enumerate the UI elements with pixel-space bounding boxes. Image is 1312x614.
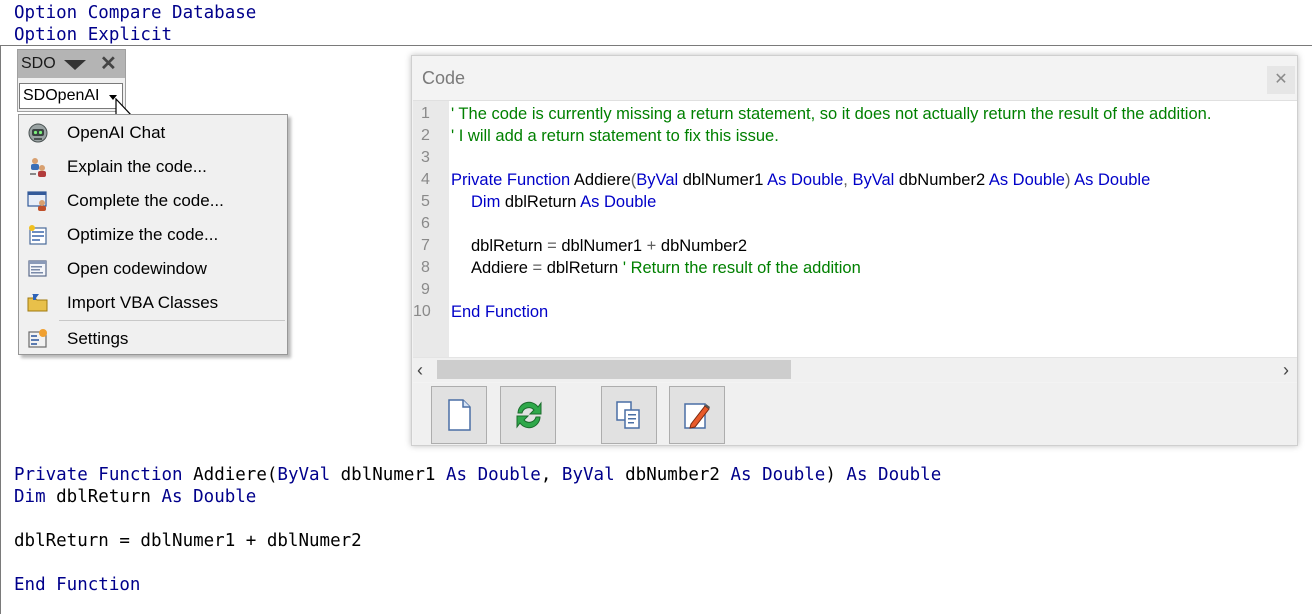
line-number: 9	[421, 281, 430, 298]
codewindow-icon	[28, 260, 47, 277]
code-line-7: dblReturn = dblNumer1 + dbNumber2	[471, 237, 748, 255]
menu-item-label: OpenAI Chat	[67, 123, 166, 142]
menu-item-openai-chat[interactable]: OpenAI Chat	[19, 116, 287, 150]
sdopenai-menu[interactable]: OpenAI Chat Explain the code... Complete…	[18, 114, 288, 355]
optimize-icon	[29, 225, 47, 245]
menu-item-complete[interactable]: Complete the code...	[19, 184, 287, 218]
code-line-4: Private Function Addiere(ByVal dblNumer1…	[451, 171, 1151, 189]
line-number: 10	[413, 303, 431, 320]
code-window-close-icon[interactable]: ✕	[1267, 66, 1295, 94]
procedure-separator	[0, 45, 1312, 46]
edit-button[interactable]	[669, 386, 725, 444]
scroll-right-icon[interactable]: ›	[1283, 360, 1289, 381]
refresh-button[interactable]	[500, 386, 556, 444]
menu-item-label: Import VBA Classes	[67, 293, 219, 312]
toolbar-close-icon[interactable]: ✕	[100, 51, 117, 76]
sdopenai-dropdown-label: SDOpenAI	[23, 87, 100, 104]
menu-item-label: Explain the code...	[67, 157, 207, 176]
editor-margin-border	[0, 45, 1, 614]
toolbar-options-chevron-icon[interactable]	[64, 60, 86, 70]
menu-item-label: Settings	[67, 329, 129, 348]
toolbar-title: SDO	[21, 55, 56, 72]
line-number: 6	[421, 215, 430, 232]
refresh-icon	[516, 401, 542, 429]
function-declaration-line: Private Function Addiere(ByVal dblNumer1…	[14, 465, 942, 485]
menu-item-label: Complete the code...	[67, 191, 224, 210]
end-function-line: End Function	[14, 575, 141, 595]
new-document-button[interactable]	[431, 386, 487, 444]
line-number: 8	[421, 259, 430, 276]
edit-icon	[684, 403, 710, 429]
code-line-5: Dim dblReturn As Double	[471, 193, 657, 211]
window-user-icon	[27, 191, 47, 211]
code-line-2: ' I will add a return statement to fix t…	[451, 127, 779, 145]
menu-item-open-codewindow[interactable]: Open codewindow	[19, 252, 287, 286]
users-icon	[30, 158, 46, 177]
settings-icon	[28, 329, 47, 348]
menu-item-import-vba-classes[interactable]: Import VBA Classes	[19, 286, 287, 320]
code-text-area[interactable]: 1 2 3 4 5 6 7 8 9 10 ' The code is curre…	[413, 100, 1297, 382]
menu-item-settings[interactable]: Settings	[19, 322, 287, 356]
toolbar-titlebar[interactable]: SDO ✕	[18, 50, 125, 78]
new-document-icon	[448, 399, 471, 431]
line-number: 2	[421, 127, 430, 144]
code-window-toolbar	[413, 383, 1297, 445]
copy-button[interactable]	[601, 386, 657, 444]
line-number: 7	[421, 237, 430, 254]
menu-item-label: Open codewindow	[67, 259, 207, 278]
code-line-10: End Function	[451, 303, 549, 321]
scroll-left-icon[interactable]: ‹	[417, 360, 423, 381]
horizontal-scrollbar[interactable]: ‹ ›	[413, 357, 1297, 382]
scrollbar-thumb[interactable]	[437, 360, 791, 379]
menu-item-explain[interactable]: Explain the code...	[19, 150, 287, 184]
folder-import-icon	[27, 294, 48, 312]
code-window[interactable]: Code ✕ 1 2 3 4 5 6 7 8 9 10 ' The code i…	[411, 55, 1298, 446]
code-window-title: Code	[422, 68, 466, 88]
code-line-8: Addiere = dblReturn ' Return the result …	[471, 259, 861, 277]
assign-line: dblReturn = dblNumer1 + dblNumer2	[14, 531, 362, 551]
line-number: 1	[421, 105, 430, 122]
line-number: 4	[421, 171, 430, 188]
robot-icon	[28, 123, 48, 143]
line-number: 3	[421, 149, 430, 166]
line-number: 5	[421, 193, 430, 210]
line-number-gutter: 1 2 3 4 5 6 7 8 9 10	[413, 101, 449, 382]
sdopenai-dropdown-button[interactable]: SDOpenAI	[19, 83, 123, 109]
copy-icon	[616, 401, 640, 429]
menu-item-optimize[interactable]: Optimize the code...	[19, 218, 287, 252]
menu-separator	[59, 320, 285, 321]
dim-line: Dim dblReturn As Double	[14, 487, 257, 507]
option-explicit-line: Option Explicit	[14, 25, 173, 45]
option-compare-line: Option Compare Database	[14, 3, 257, 23]
menu-item-label: Optimize the code...	[67, 225, 219, 244]
code-line-1: ' The code is currently missing a return…	[451, 105, 1212, 123]
sdo-toolbar[interactable]: SDO ✕ SDOpenAI	[17, 49, 126, 112]
